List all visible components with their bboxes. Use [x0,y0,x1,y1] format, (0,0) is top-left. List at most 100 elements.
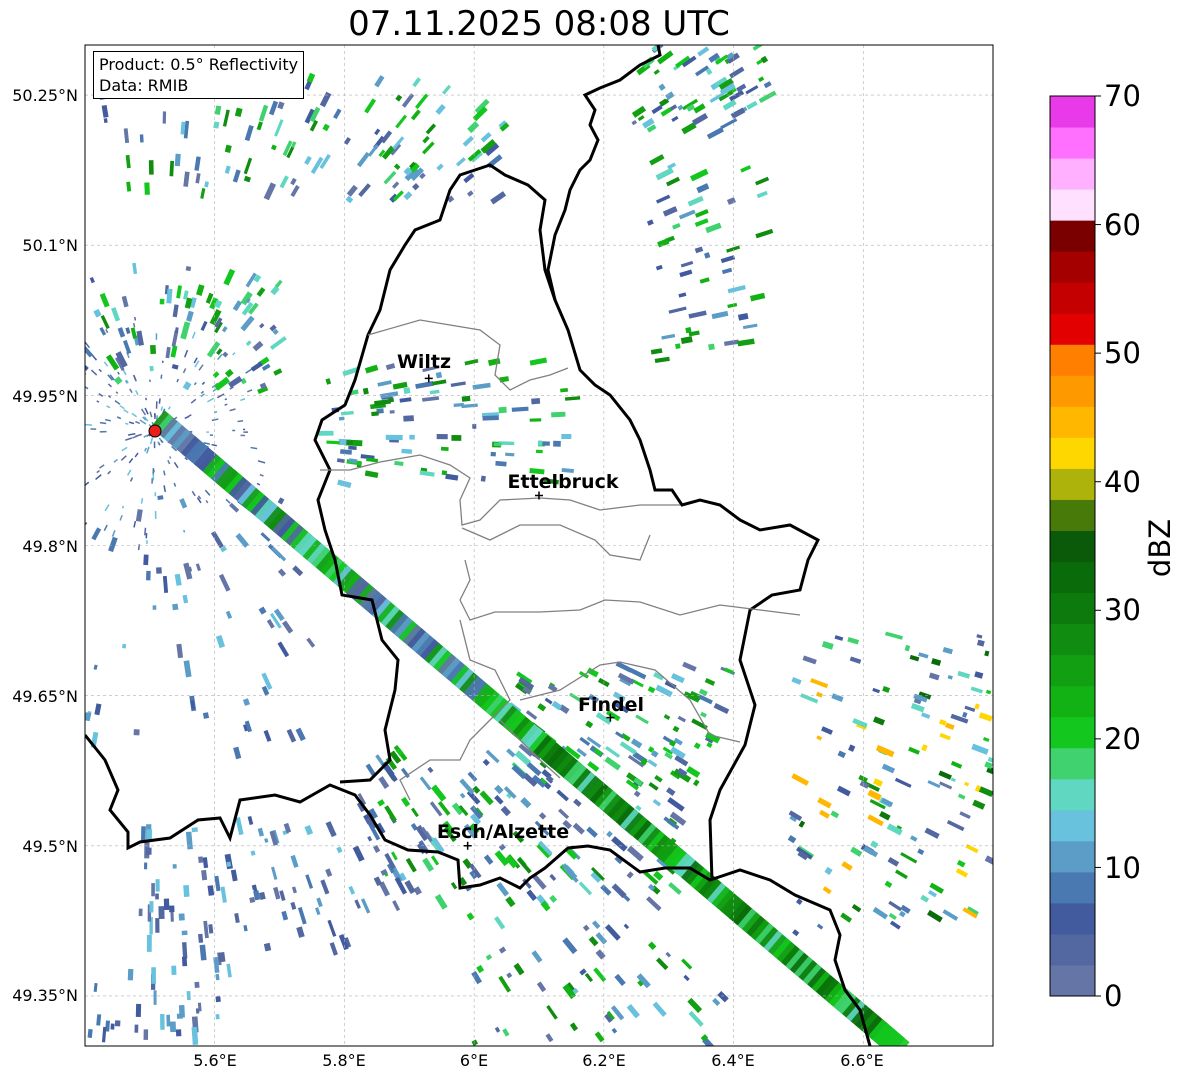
echo-cell [614,973,626,987]
echo-cell [665,91,675,101]
colorbar-bin [1050,189,1095,221]
echo-cell [927,780,941,789]
echo-cell [403,387,411,395]
echo-cell [411,807,419,818]
echo-cell [145,847,152,855]
echo-cell [816,923,824,930]
echo-cell [800,693,819,704]
echo-cell [143,434,147,438]
echo-cell [791,677,802,685]
echo-cell [740,165,752,173]
echo-cell [279,890,286,901]
echo-cell [108,536,118,553]
echo-cell [436,163,444,171]
echo-cell [401,93,415,108]
lat-tick-label: 49.5°N [22,837,78,856]
colorbar-bin [1050,561,1095,594]
echo-cell [224,403,228,406]
echo-cell [367,835,373,842]
echo-cell [134,316,137,321]
echo-cell [91,354,98,361]
echo-cell [198,364,204,371]
echo-cell [693,103,706,114]
echo-cell [235,817,244,836]
echo-cell [964,781,970,787]
echo-cell [148,160,154,175]
echo-cell [125,154,131,169]
echo-cell [111,530,116,537]
echo-cell [680,260,694,268]
colorbar-bin [1050,282,1095,314]
echo-cell [295,727,306,742]
echo-cell [544,697,553,705]
echo-cell [178,913,185,921]
echo-cell [160,374,163,379]
echo-cell [271,866,278,880]
lon-tick-label: 6.4°E [711,1051,755,1070]
echo-cell [699,277,710,284]
echo-cell [153,441,156,449]
echo-cell [163,898,170,911]
echo-cell [694,246,704,254]
echo-cell [257,460,266,464]
echo-cell [498,406,507,414]
echo-cell [85,370,87,376]
echo-cell [174,153,181,167]
echo-cell [389,410,395,414]
echo-cell [103,524,108,532]
echo-cell [787,835,797,844]
echo-cell [459,792,466,799]
echo-cell [227,375,243,389]
echo-cell [611,836,628,852]
echo-cell [511,406,529,412]
echo-cell [140,498,144,504]
echo-cell [146,446,150,454]
echo-cell [658,83,666,91]
echo-cell [392,181,400,189]
echo-cell [606,830,613,838]
echo-cell [196,284,205,296]
echo-cell [182,368,187,374]
echo-cell [471,970,483,985]
echo-cell [271,546,287,562]
echo-cell [553,440,561,447]
echo-cell [921,744,928,752]
echo-cell [338,416,345,421]
echo-cell [329,942,338,956]
echo-cell [442,84,452,95]
echo-cell [290,177,297,186]
echo-cell [107,383,112,388]
echo-cell [964,705,976,712]
echo-cell [224,165,231,174]
echo-cell [99,430,107,433]
echo-cell [257,827,265,837]
echo-cell [151,883,155,897]
echo-cell [178,1004,185,1018]
echo-cell [920,894,930,903]
echo-cell [202,857,209,869]
echo-cell [263,182,277,201]
echo-cell [132,322,136,328]
echo-cell [482,758,490,766]
echo-cell [472,382,491,390]
echo-cell [706,127,724,140]
echo-cell [526,889,538,902]
echo-cell [269,336,287,350]
colorbar-bin [1050,220,1095,252]
echo-cell [114,399,121,405]
colorbar-bin [1050,251,1095,283]
echo-cell [277,568,287,577]
colorbar-bin [1050,685,1095,718]
colorbar-bin [1050,654,1095,687]
echo-cell [90,369,98,376]
echo-cell [173,482,177,487]
echo-cell [215,1013,220,1020]
colorbar-tick-label: 10 [1104,851,1141,885]
city-marker [424,374,433,383]
echo-cell [414,93,429,110]
echo-cell [588,936,599,947]
echo-cell [131,412,138,418]
echo-cell [129,388,133,394]
echo-cell [114,376,123,385]
product-info-box: Product: 0.5° Reflectivity Data: RMIB [93,51,305,99]
